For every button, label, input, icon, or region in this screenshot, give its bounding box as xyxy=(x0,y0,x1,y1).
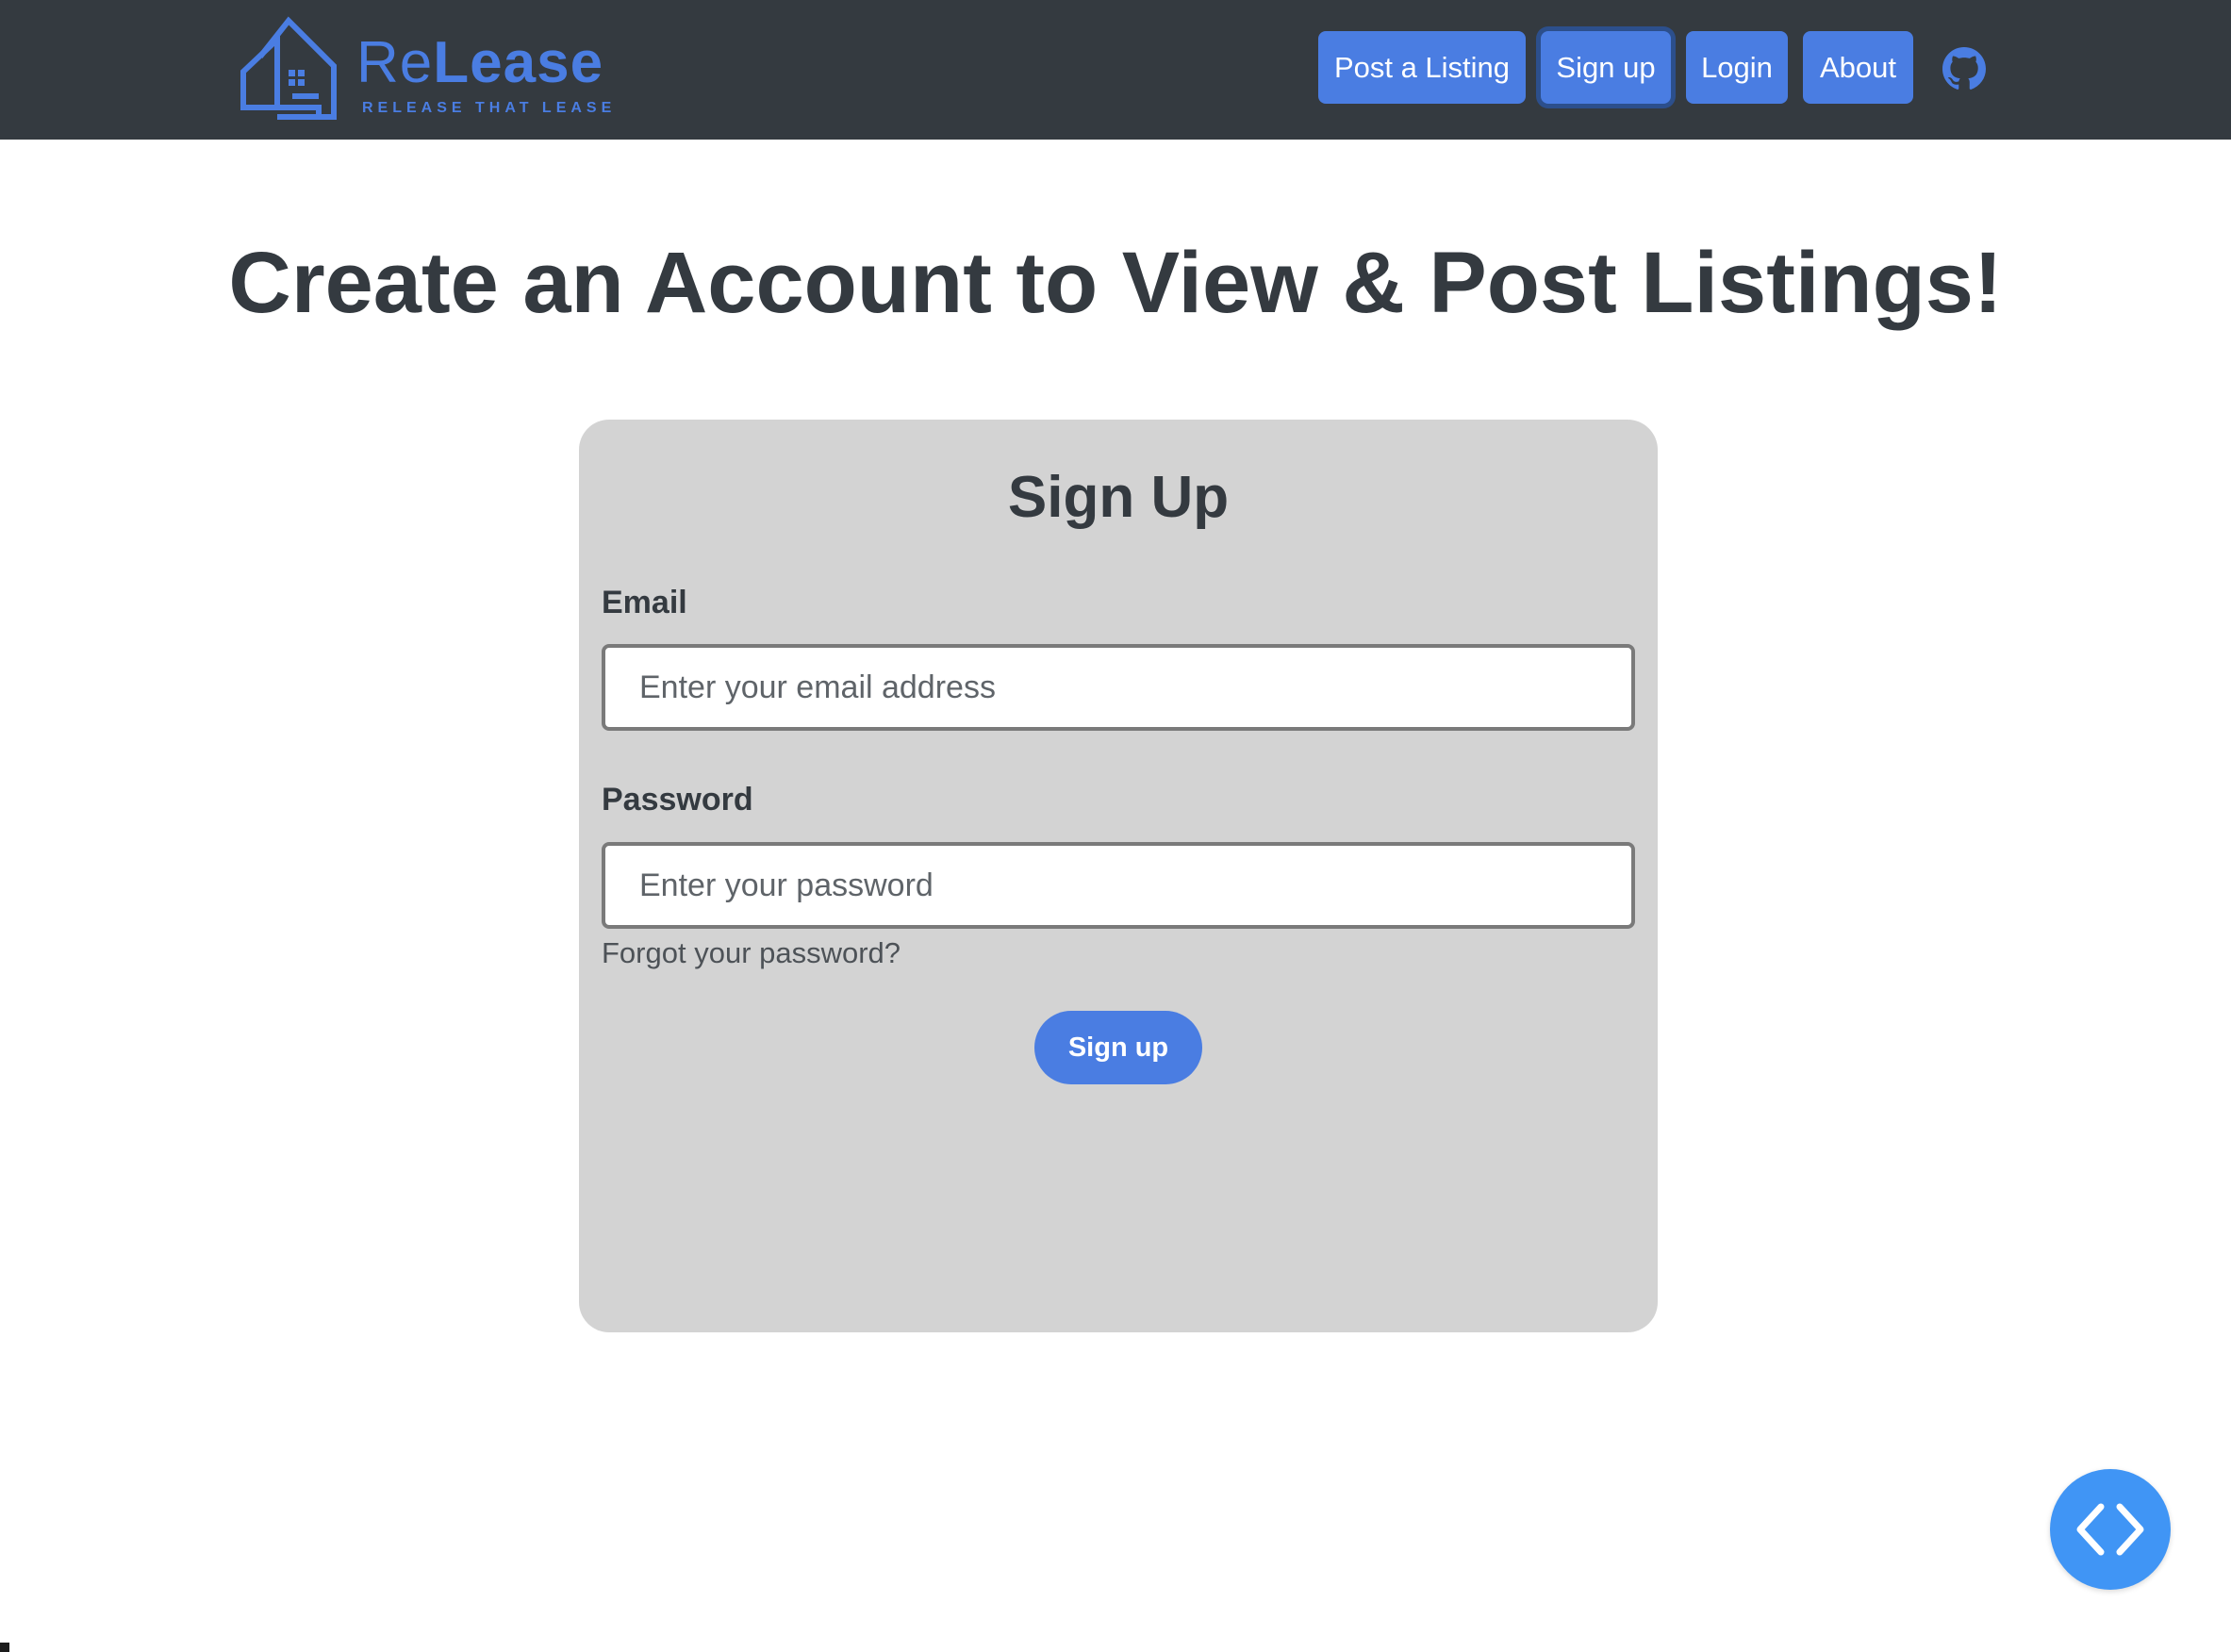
brand-name-lease: Lease xyxy=(433,30,604,95)
page-title: Create an Account to View & Post Listing… xyxy=(228,235,2003,331)
nav-login-button[interactable]: Login xyxy=(1686,31,1788,104)
page: ReLease RELEASE THAT LEASE Post a Listin… xyxy=(0,0,2231,1652)
sign-up-submit-button[interactable]: Sign up xyxy=(1034,1011,1202,1084)
signup-card: Sign Up Email Password Forgot your passw… xyxy=(579,420,1658,1332)
brand-name-re: Re xyxy=(356,30,434,95)
navbar: ReLease RELEASE THAT LEASE Post a Listin… xyxy=(0,0,2231,140)
brand-logo[interactable]: ReLease RELEASE THAT LEASE xyxy=(240,13,617,124)
nav-post-listing-button[interactable]: Post a Listing xyxy=(1318,31,1526,104)
email-field[interactable] xyxy=(602,644,1635,731)
nav-sign-up-button[interactable]: Sign up xyxy=(1541,31,1671,104)
password-field[interactable] xyxy=(602,842,1635,929)
forgot-password-link[interactable]: Forgot your password? xyxy=(602,936,901,970)
github-icon[interactable] xyxy=(1942,47,1986,91)
password-label: Password xyxy=(602,782,753,818)
code-fab-button[interactable] xyxy=(2050,1469,2171,1590)
email-label: Email xyxy=(602,585,687,620)
window-corner xyxy=(0,1643,9,1652)
code-brackets-icon xyxy=(2076,1503,2144,1556)
house-icon xyxy=(240,16,337,120)
signup-title: Sign Up xyxy=(1007,465,1230,530)
brand-name: ReLease xyxy=(356,34,603,92)
brand-tagline: RELEASE THAT LEASE xyxy=(362,100,617,116)
nav-about-button[interactable]: About xyxy=(1803,31,1913,104)
